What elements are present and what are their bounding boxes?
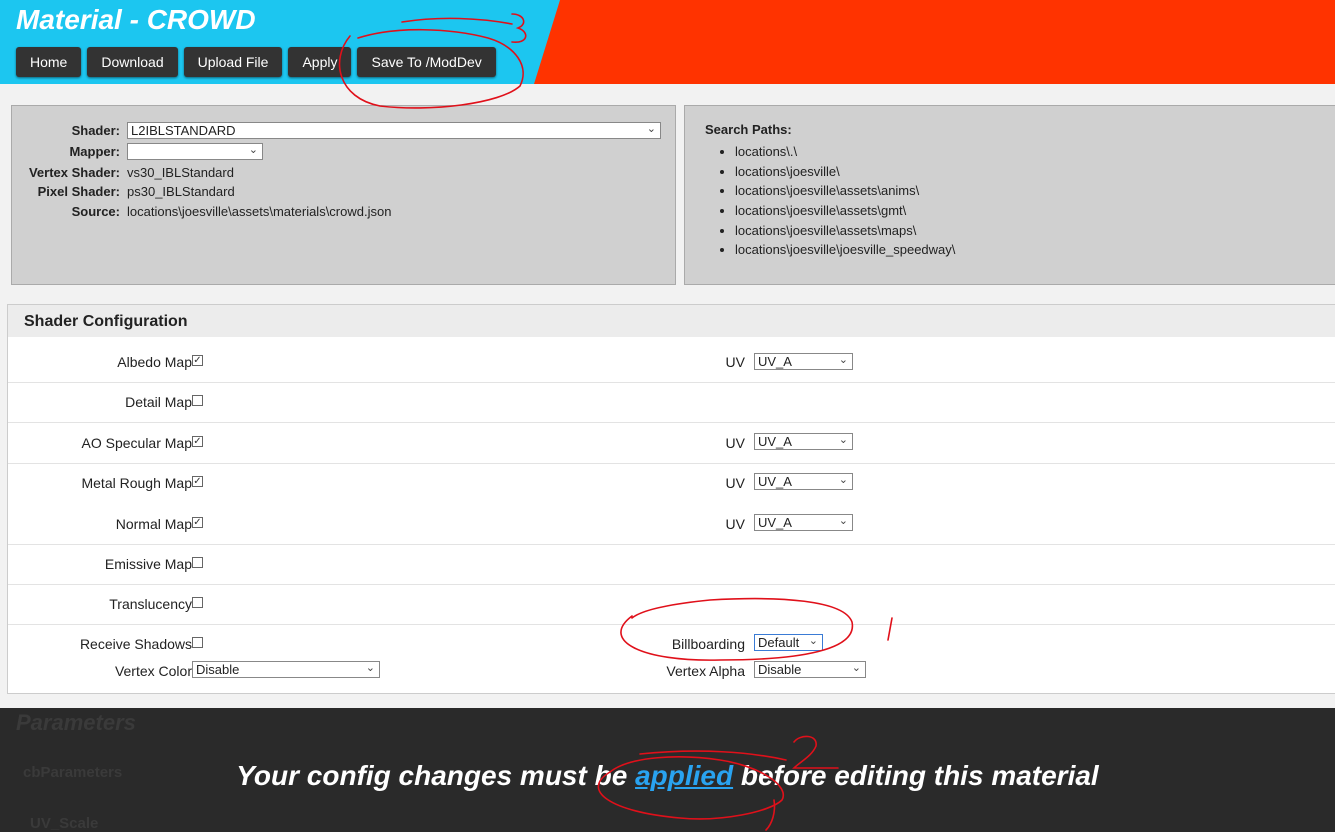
toolbar: Home Download Upload File Apply Save To … (16, 47, 496, 77)
shader-select-value: L2IBLSTANDARD (131, 122, 236, 138)
mapper-label: Mapper: (69, 143, 120, 159)
vertex-color-select[interactable]: Disable ⌄ (192, 661, 380, 678)
ao-specular-map-row: AO Specular Map ✓ UV UV_A ⌄ (8, 423, 1335, 464)
normal-map-row: Normal Map ✓ UV UV_A ⌄ (8, 504, 1335, 545)
billboarding-select-value: Default (758, 635, 800, 650)
metal-rough-uv-select[interactable]: UV_A ⌄ (754, 473, 853, 490)
save-to-moddev-button[interactable]: Save To /ModDev (357, 47, 496, 77)
chevron-down-icon: ⌄ (248, 143, 258, 156)
metal-rough-uv-select-value: UV_A (758, 474, 792, 489)
banner-text-after: before editing this material (733, 760, 1099, 791)
metal-rough-uv-label: UV (725, 475, 745, 491)
chevron-down-icon: ⌄ (838, 434, 848, 446)
shader-info-panel: Shader: L2IBLSTANDARD ⌄ Mapper: ⌄ Vertex… (11, 105, 676, 285)
pixel-shader-label: Pixel Shader: (37, 183, 120, 199)
ao-specular-uv-label: UV (725, 435, 745, 451)
vertex-shader-value: vs30_IBLStandard (127, 164, 234, 180)
shader-configuration-panel: Shader Configuration Albedo Map ✓ UV UV_… (7, 304, 1335, 694)
download-button[interactable]: Download (87, 47, 178, 77)
receive-shadows-label: Receive Shadows (79, 636, 192, 652)
vertex-alpha-select[interactable]: Disable ⌄ (754, 661, 866, 678)
normal-uv-select[interactable]: UV_A ⌄ (754, 514, 853, 531)
source-row: Source: locations\joesville\assets\mater… (12, 201, 672, 221)
search-paths-panel: Search Paths: locations\.\ locations\joe… (684, 105, 1335, 285)
shader-configuration-header: Shader Configuration (8, 305, 1335, 337)
apply-button[interactable]: Apply (288, 47, 352, 77)
home-button[interactable]: Home (16, 47, 82, 77)
apply-warning-banner: Your config changes must be applied befo… (0, 760, 1335, 792)
billboarding-label: Billboarding (671, 636, 745, 652)
applied-link[interactable]: applied (635, 760, 733, 791)
emissive-map-checkbox[interactable] (192, 557, 203, 568)
albedo-map-label: Albedo Map (117, 354, 192, 370)
normal-map-checkbox[interactable]: ✓ (192, 517, 203, 528)
vertex-alpha-label: Vertex Alpha (666, 663, 745, 679)
ao-specular-map-label: AO Specular Map (81, 435, 193, 451)
receive-shadows-row: Receive Shadows Billboarding Default ⌄ V… (8, 624, 1335, 690)
shader-configuration-title: Shader Configuration (24, 313, 188, 330)
search-path-item: locations\joesville\assets\anims\ (735, 181, 955, 201)
ao-specular-uv-select-value: UV_A (758, 434, 792, 449)
translucency-row: Translucency (8, 584, 1335, 625)
albedo-uv-select-value: UV_A (758, 354, 792, 369)
search-paths-list: locations\.\ locations\joesville\ locati… (735, 142, 955, 260)
albedo-uv-label: UV (725, 354, 745, 370)
upload-file-button[interactable]: Upload File (183, 47, 283, 77)
ao-specular-uv-select[interactable]: UV_A ⌄ (754, 433, 853, 450)
search-path-item: locations\joesville\assets\gmt\ (735, 201, 955, 221)
metal-rough-map-checkbox[interactable]: ✓ (192, 476, 203, 487)
source-label: Source: (71, 203, 120, 219)
chevron-down-icon: ⌄ (365, 662, 375, 674)
vertex-shader-row: Vertex Shader: vs30_IBLStandard (12, 162, 672, 182)
detail-map-row: Detail Map (8, 382, 1335, 423)
detail-map-checkbox[interactable] (192, 395, 203, 406)
source-value: locations\joesville\assets\materials\cro… (127, 203, 392, 219)
chevron-down-icon: ⌄ (838, 474, 848, 486)
mapper-select[interactable]: ⌄ (127, 142, 263, 160)
search-path-item: locations\.\ (735, 142, 955, 162)
pixel-shader-row: Pixel Shader: ps30_IBLStandard (12, 181, 672, 201)
app-header: Material - CROWD Home Download Upload Fi… (0, 0, 1335, 84)
shader-select[interactable]: L2IBLSTANDARD ⌄ (127, 121, 661, 139)
emissive-map-label: Emissive Map (104, 556, 192, 572)
normal-uv-label: UV (725, 516, 745, 532)
normal-uv-select-value: UV_A (758, 515, 792, 530)
albedo-map-row: Albedo Map ✓ UV UV_A ⌄ (8, 342, 1335, 383)
detail-map-label: Detail Map (125, 394, 192, 410)
normal-map-label: Normal Map (115, 516, 192, 532)
parameters-heading: Parameters (16, 710, 136, 735)
ao-specular-map-checkbox[interactable]: ✓ (192, 436, 203, 447)
pixel-shader-value: ps30_IBLStandard (127, 183, 235, 199)
search-path-item: locations\joesville\assets\maps\ (735, 221, 955, 241)
search-paths-title: Search Paths: (705, 122, 792, 137)
translucency-label: Translucency (109, 596, 192, 612)
search-path-item: locations\joesville\joesville_speedway\ (735, 240, 955, 260)
billboarding-select[interactable]: Default ⌄ (754, 634, 823, 651)
metal-rough-map-label: Metal Rough Map (81, 475, 192, 491)
banner-text-before: Your config changes must be (236, 760, 636, 791)
chevron-down-icon: ⌄ (838, 515, 848, 527)
chevron-down-icon: ⌄ (838, 354, 848, 366)
search-path-item: locations\joesville\ (735, 162, 955, 182)
receive-shadows-checkbox[interactable] (192, 637, 203, 648)
shader-label: Shader: (71, 122, 120, 138)
chevron-down-icon: ⌄ (851, 662, 861, 674)
metal-rough-map-row: Metal Rough Map ✓ UV UV_A ⌄ (8, 463, 1335, 503)
translucency-checkbox[interactable] (192, 597, 203, 608)
vertex-shader-label: Vertex Shader: (28, 164, 120, 180)
albedo-map-checkbox[interactable]: ✓ (192, 355, 203, 366)
vertex-color-label: Vertex Color (114, 663, 192, 679)
mapper-row: Mapper: ⌄ (12, 141, 672, 161)
shader-row: Shader: L2IBLSTANDARD ⌄ (12, 120, 672, 140)
emissive-map-row: Emissive Map (8, 544, 1335, 585)
vertex-color-select-value: Disable (196, 662, 240, 677)
chevron-down-icon: ⌄ (646, 122, 656, 135)
vertex-alpha-select-value: Disable (758, 662, 802, 677)
uv-scale-label: UV_Scale (30, 815, 99, 832)
chevron-down-icon: ⌄ (808, 635, 818, 647)
page-title: Material - CROWD (16, 4, 256, 35)
albedo-uv-select[interactable]: UV_A ⌄ (754, 353, 853, 370)
